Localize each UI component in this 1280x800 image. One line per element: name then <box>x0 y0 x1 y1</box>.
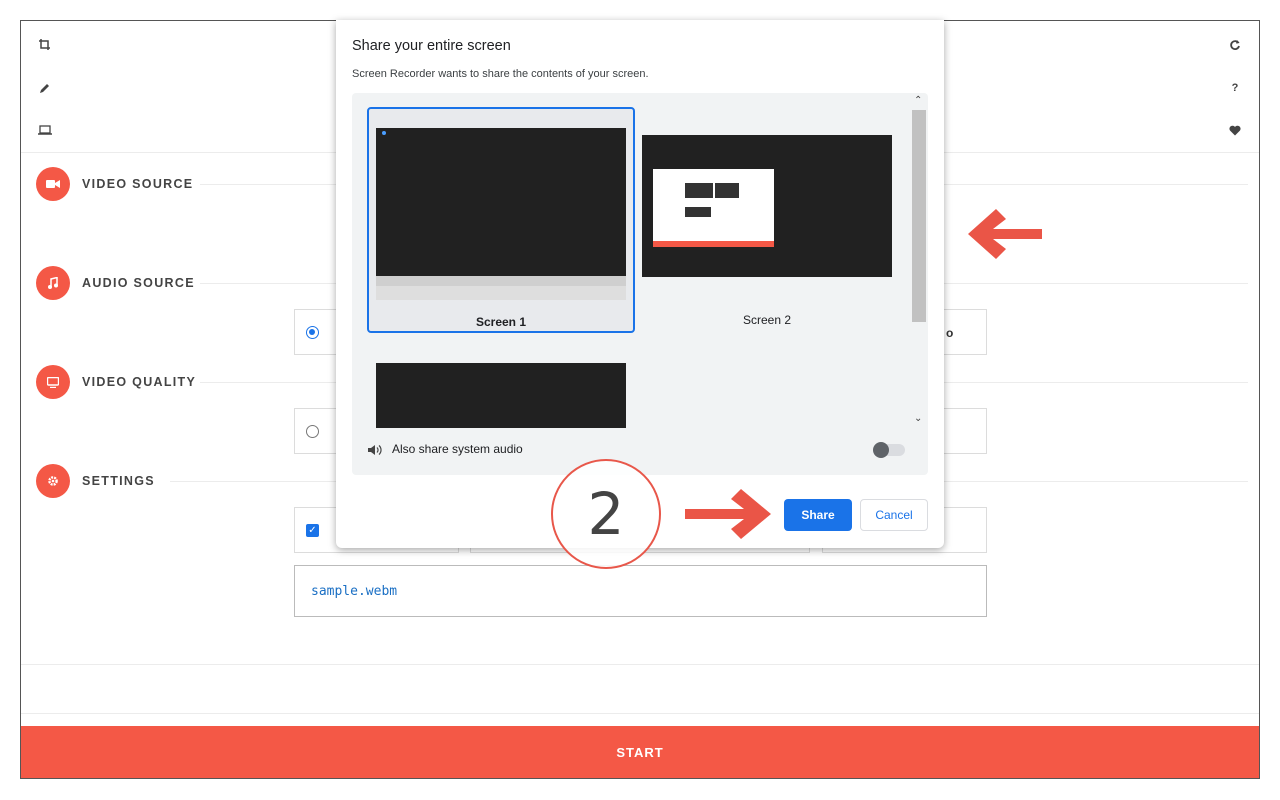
section-label-settings: SETTINGS <box>82 474 155 488</box>
refresh-icon[interactable] <box>1225 35 1245 55</box>
section-label-video-quality: VIDEO QUALITY <box>82 375 197 389</box>
frame-top-border <box>944 20 1260 21</box>
audio-share-toggle[interactable] <box>873 442 905 458</box>
dialog-subtitle: Screen Recorder wants to share the conte… <box>352 68 649 80</box>
video-camera-icon <box>36 167 70 201</box>
dialog-title: Share your entire screen <box>352 38 511 54</box>
speaker-icon <box>368 443 382 461</box>
arrow-left-annotation-icon <box>968 209 1042 259</box>
laptop-icon[interactable] <box>35 120 55 140</box>
screen-thumbnail-3[interactable] <box>376 363 626 428</box>
help-icon[interactable]: ? <box>1225 78 1245 98</box>
start-button[interactable]: START <box>21 726 1259 778</box>
arrow-right-annotation-icon <box>685 489 771 539</box>
quality-radio[interactable] <box>306 425 319 438</box>
settings-checkbox[interactable]: ✓ <box>306 524 319 537</box>
section-label-video-source: VIDEO SOURCE <box>82 177 194 191</box>
scroll-up-icon[interactable]: ⌃ <box>914 95 922 106</box>
screen-tile-1[interactable]: Screen 1 <box>367 107 635 333</box>
screen-label-1: Screen 1 <box>475 315 527 329</box>
audio-share-row: Also share system audio <box>352 428 928 475</box>
divider <box>21 713 1259 714</box>
cancel-button[interactable]: Cancel <box>860 499 928 531</box>
filename-input[interactable]: sample.webm <box>294 565 987 617</box>
screen-list: Screen 1 Screen 2 <box>352 93 928 428</box>
audio-share-label: Also share system audio <box>392 442 523 456</box>
scroll-down-icon[interactable]: ⌄ <box>914 413 922 424</box>
audio-radio-selected[interactable] <box>306 326 319 339</box>
gear-icon <box>36 464 70 498</box>
section-label-audio-source: AUDIO SOURCE <box>82 276 195 290</box>
screen-thumbnail-2 <box>642 135 892 277</box>
screen-thumbnail-1 <box>376 128 626 276</box>
share-screen-dialog: Share your entire screen Screen Recorder… <box>336 20 944 548</box>
divider <box>21 664 1259 665</box>
heart-icon[interactable] <box>1225 120 1245 140</box>
music-note-icon <box>36 266 70 300</box>
screen-label-2: Screen 2 <box>742 313 792 327</box>
crop-icon[interactable] <box>35 35 55 55</box>
step-number-annotation: 2 <box>551 459 661 569</box>
pencil-icon[interactable] <box>35 78 55 98</box>
scrollbar-thumb[interactable] <box>912 110 926 322</box>
screen-picker-panel: Screen 1 Screen 2 ⌃ ⌄ Also share system … <box>352 93 928 475</box>
frame-top-border <box>20 20 336 21</box>
monitor-icon <box>36 365 70 399</box>
screen-tile-2[interactable]: Screen 2 <box>633 107 901 333</box>
share-button[interactable]: Share <box>784 499 852 531</box>
audio-option-label: o <box>946 326 954 340</box>
